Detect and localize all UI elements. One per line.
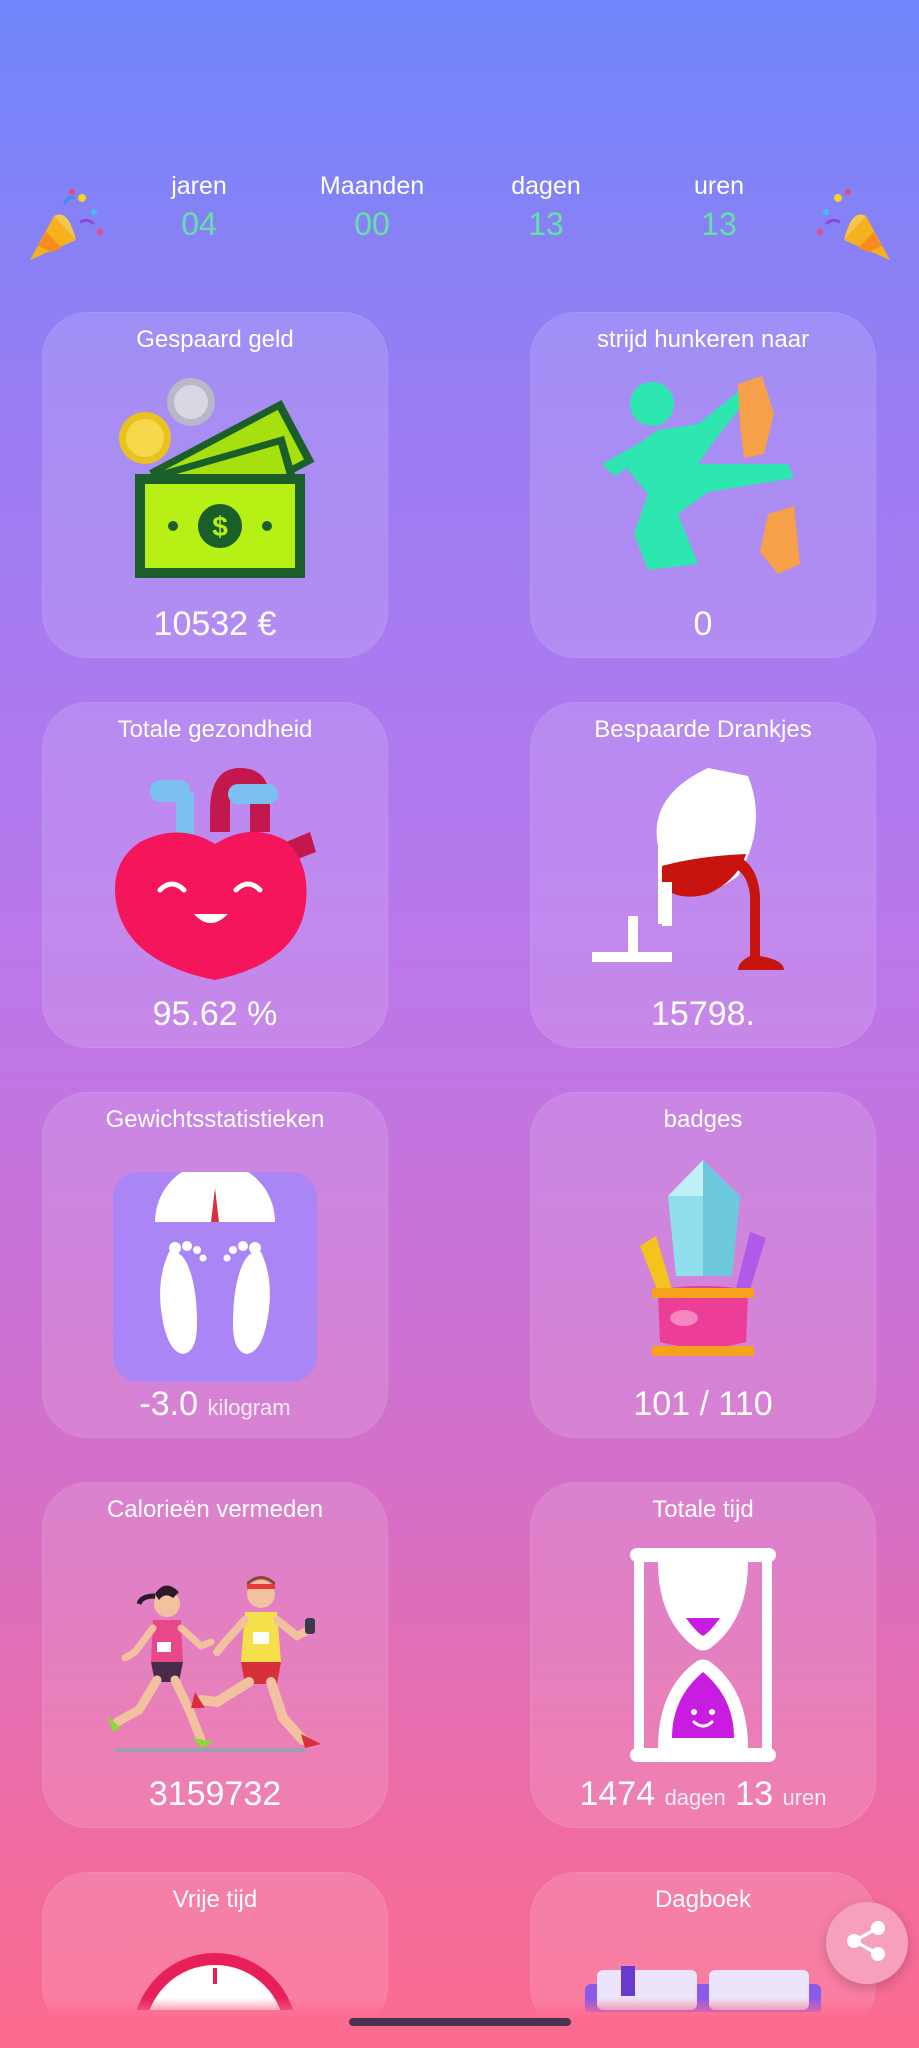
heart-icon [110,762,320,987]
crystal-trophy-icon [628,1156,778,1371]
runners-icon [105,1572,325,1767]
total-time-value: 1474 dagen 13 uren [530,1775,876,1814]
card-title: Calorieën vermeden [106,1496,324,1523]
counter-months: Maanden 00 [302,170,442,244]
counter-value: 13 [701,206,737,242]
health-card[interactable]: Totale gezondheid 95.62 % [42,702,388,1048]
calories-avoided-card[interactable]: Calorieën vermeden 3159732 [42,1482,388,1828]
card-title: Gespaard geld [136,326,294,353]
hours-unit: uren [782,1785,827,1810]
home-indicator[interactable] [349,2018,571,2026]
card-title: Bespaarde Drankjes [594,716,812,743]
card-title: Vrije tijd [172,1886,258,1913]
share-icon [844,1918,890,1969]
cravings-value: 0 [693,605,713,643]
counter-label: uren [693,172,745,200]
card-title: badges [663,1106,743,1133]
total-time-card[interactable]: Totale tijd 1474 dagen 13 uren [530,1482,876,1828]
card-title: Dagboek [654,1886,752,1913]
weight-stats-card[interactable]: Gewichtsstatistieken -3.0 kilogram [42,1092,388,1438]
counter-value: 13 [528,206,564,242]
money-icon: $ [115,374,315,589]
health-value: 95.62 % [152,995,278,1033]
karate-kick-icon [588,374,818,589]
counter-hours: uren 13 [649,170,789,244]
counter-label: jaren [171,172,227,200]
hourglass-icon [628,1548,778,1767]
svg-text:$: $ [212,511,228,542]
saved-money-card[interactable]: Gespaard geld $ 10532 € [42,312,388,658]
saved-money-value: 10532 € [153,605,277,643]
quit-duration-counter: jaren 04 Maanden 00 dagen 13 uren 13 [0,170,919,260]
badges-card[interactable]: badges 101 / 110 [530,1092,876,1438]
wine-glass-icon [588,756,818,981]
counter-days: dagen 13 [476,170,616,244]
card-title: Totale gezondheid [117,716,313,743]
calories-value: 3159732 [148,1775,282,1813]
saved-drinks-card[interactable]: Bespaarde Drankjes 15798. [530,702,876,1048]
total-days: 1474 [579,1775,656,1813]
counter-label: Maanden [319,172,425,200]
counter-years: jaren 04 [129,170,269,244]
counter-value: 00 [354,206,390,242]
party-popper-icon [810,182,896,268]
saved-drinks-value: 15798. [651,995,755,1033]
weight-number: -3.0 [139,1385,198,1423]
counter-label: dagen [511,172,581,200]
card-title: Gewichtsstatistieken [105,1106,325,1133]
weight-unit: kilogram [207,1395,291,1420]
share-button[interactable] [826,1902,908,1984]
days-unit: dagen [664,1785,726,1810]
weight-value: -3.0 kilogram [42,1385,388,1424]
party-popper-icon [24,182,110,268]
card-title: Totale tijd [652,1496,754,1523]
card-title: strijd hunkeren naar [596,326,810,353]
counter-value: 04 [181,206,217,242]
cravings-card[interactable]: strijd hunkeren naar 0 [530,312,876,658]
total-hours: 13 [735,1775,774,1813]
badges-value: 101 / 110 [633,1385,773,1423]
scale-footprints-icon [113,1162,317,1387]
